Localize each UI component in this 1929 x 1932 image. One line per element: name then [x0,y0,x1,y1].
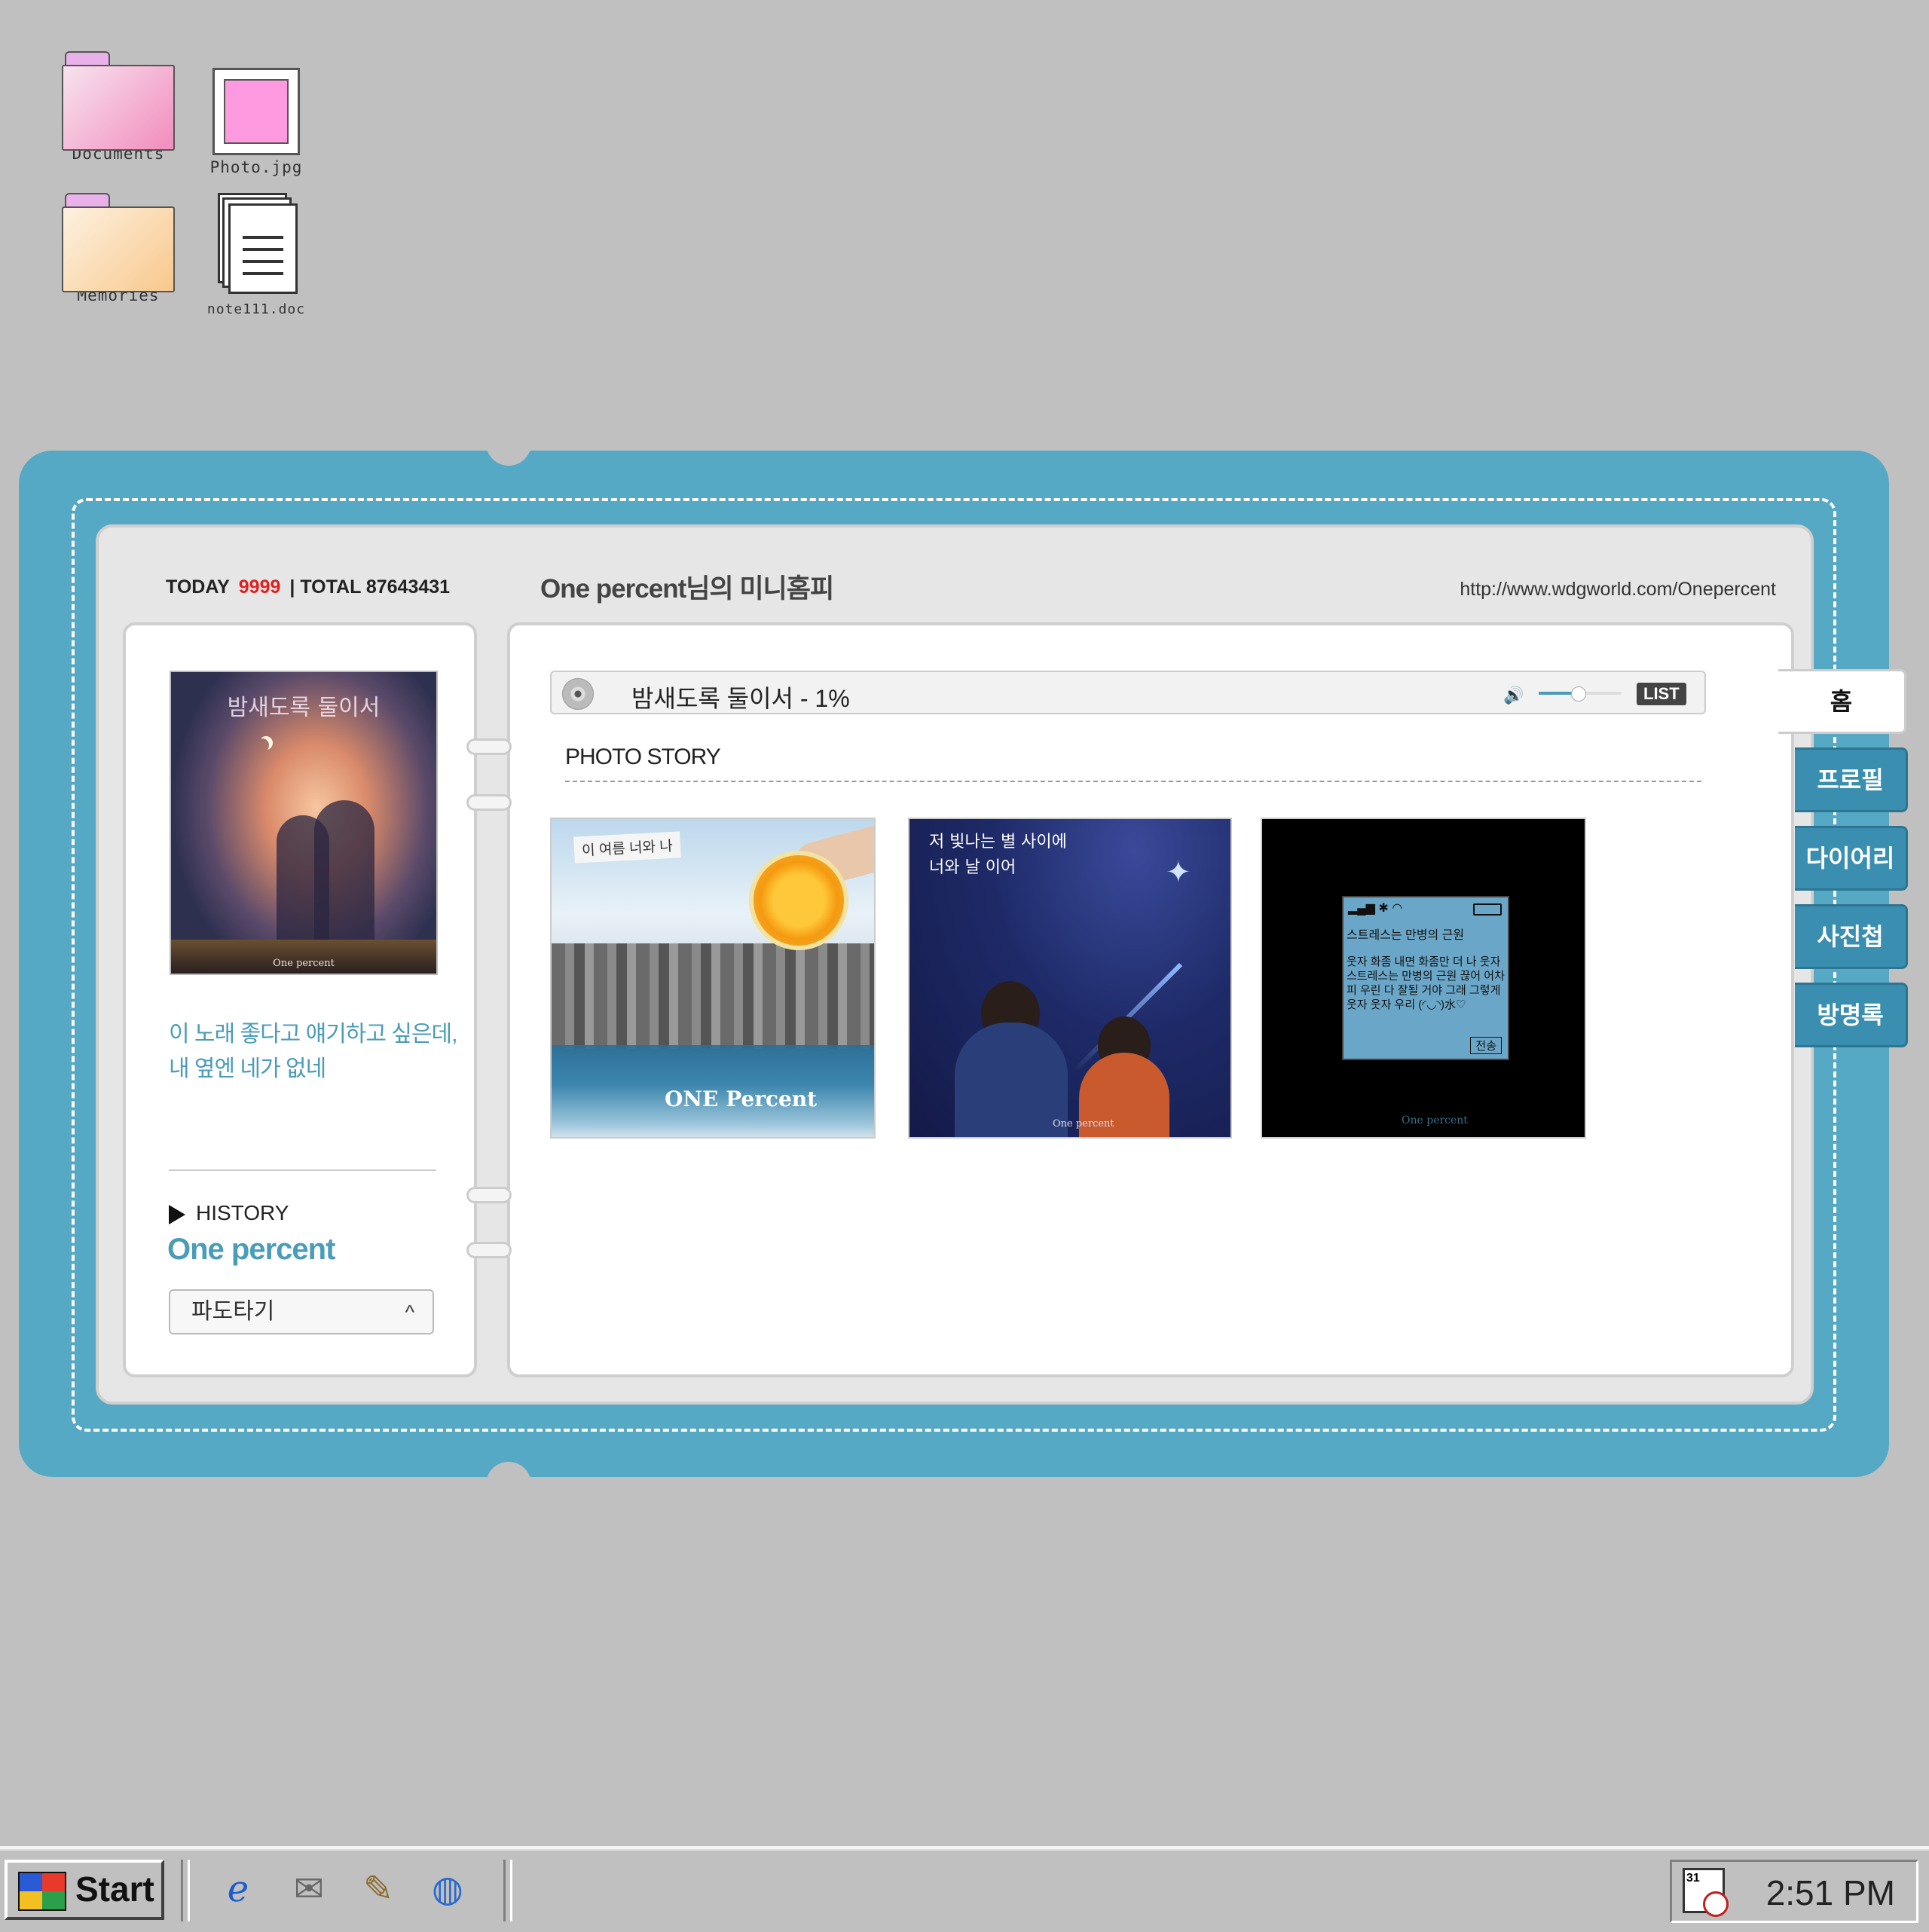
tab-home[interactable]: 홈 [1778,669,1906,734]
divider [169,1169,436,1171]
desktop-icon-documents[interactable]: Documents [47,51,190,163]
document-file-icon [207,193,305,298]
wave-surfing-select[interactable]: 파도타기 ^ [169,1289,434,1334]
taskbar-separator [181,1860,190,1921]
phone-screen: ▂▄▆ ✱ ◠ 스트레스는 만병의 근원 웃자 화좀 내면 화좀만 더 나 웃자… [1342,896,1509,1060]
tab-profile[interactable]: 프로필 [1795,747,1908,812]
internet-explorer-icon[interactable]: ℯ [214,1866,262,1914]
binder-ring [466,1242,512,1258]
photo-thumbnail-2[interactable]: ✦ 저 빛나는 별 사이에 너와 날 이어 One percent [908,818,1232,1139]
photo-story-title: PHOTO STORY [565,744,721,769]
visitor-counter: TODAY 9999 | TOTAL 87643431 [166,576,451,598]
calendar-icon[interactable]: 31 [1683,1868,1729,1917]
desktop-icon-label: note111.doc [206,301,306,317]
binder-ring [466,738,512,755]
signal-icon: ▂▄▆ ✱ ◠ [1348,902,1403,915]
notepad-icon[interactable]: ✎ [354,1866,402,1914]
chevron-up-icon: ^ [405,1301,414,1323]
start-button[interactable]: Start [5,1860,164,1920]
image-file-icon [212,68,300,155]
history-label: HISTORY [169,1201,289,1225]
history-name: One percent [167,1233,335,1266]
system-tray: 31 2:51 PM [1670,1860,1918,1923]
photo-thumbnail-1[interactable]: 이 여름 너와 나 ONE Percent [550,818,876,1139]
tab-photo-album[interactable]: 사진첩 [1795,904,1908,969]
binder-ring [466,794,512,811]
taskbar-separator [503,1860,512,1921]
homepage-url[interactable]: http://www.wdgworld.com/Onepercent [1460,579,1776,601]
desktop-icon-label: Photo.jpg [209,158,303,176]
music-player: 밤새도록 둘이서 - 1% 🔊 LIST [550,671,1706,714]
folder-icon [62,193,175,292]
profile-album-image: 밤새도록 둘이서 One percent [170,671,438,975]
windows-logo-icon [18,1872,66,1911]
now-playing-song: 밤새도록 둘이서 - 1% [631,685,850,712]
profile-message: 이 노래 좋다고 얘기하고 싶은데, 내 옆엔 네가 없네 [169,1022,457,1081]
page-title: One percent님의 미니홈피 [540,574,834,604]
outlook-icon[interactable]: ✉ [285,1866,333,1914]
tab-guestbook[interactable]: 방명록 [1795,983,1908,1047]
play-triangle-icon [169,1204,185,1224]
desktop-icon-photo[interactable]: Photo.jpg [185,68,328,176]
clock-icon [1703,1891,1729,1917]
folder-icon [62,51,175,151]
battery-icon [1473,903,1502,916]
speaker-icon[interactable]: 🔊 [1503,686,1524,705]
desktop-icon-note[interactable]: note111.doc [185,193,328,317]
taskbar: Start ℯ ✉ ✎ ◍ 31 2:51 PM [0,1846,1929,1932]
clock-time[interactable]: 2:51 PM [1766,1872,1895,1913]
playlist-button[interactable]: LIST [1637,683,1686,705]
tab-diary[interactable]: 다이어리 [1795,826,1908,891]
globe-icon[interactable]: ◍ [423,1866,472,1914]
photo-thumbnail-3[interactable]: ▂▄▆ ✱ ◠ 스트레스는 만병의 근원 웃자 화좀 내면 화좀만 더 나 웃자… [1261,818,1586,1139]
volume-knob[interactable] [1570,686,1586,702]
volume-slider[interactable] [1539,686,1622,702]
binder-ring [466,1187,512,1203]
today-count: 9999 [238,576,281,598]
star-icon: ✦ [1166,856,1191,889]
desktop-icon-memories[interactable]: Memories [47,193,190,304]
cd-icon [562,678,594,710]
divider [565,781,1701,782]
